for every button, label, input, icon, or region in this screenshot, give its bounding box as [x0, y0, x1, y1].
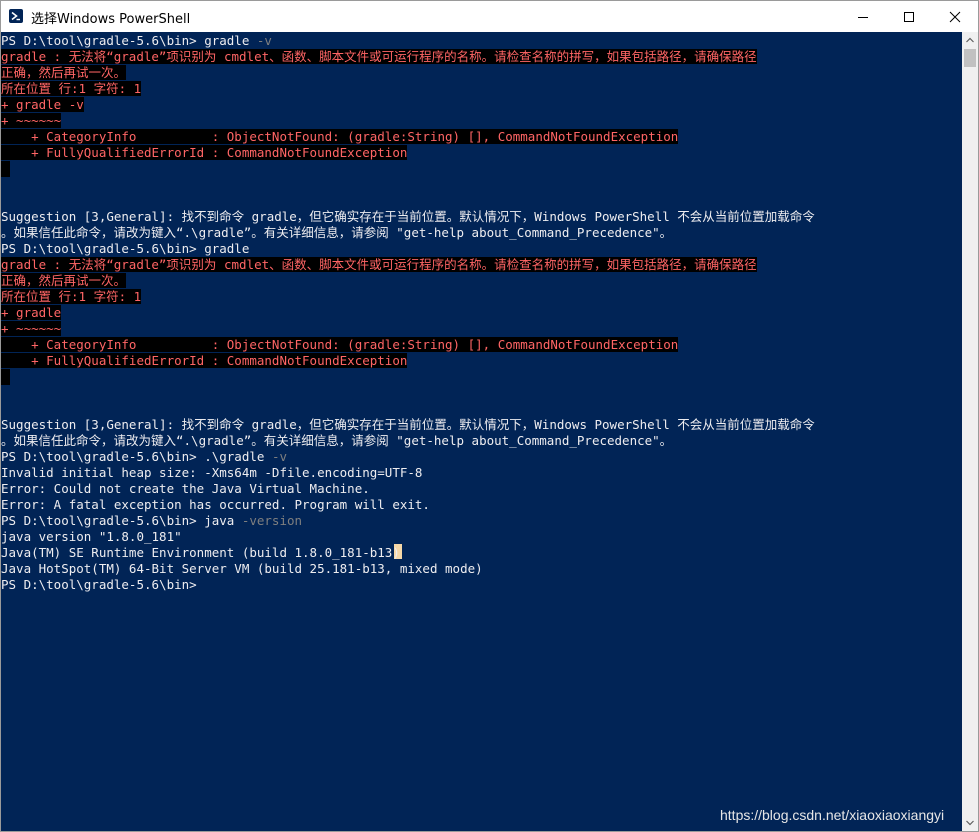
error-text: 正确，然后再试一次。: [1, 65, 127, 80]
error-text: + ~~~~~~: [1, 321, 62, 336]
output-text: Invalid initial heap size: -Xms64m -Dfil…: [1, 465, 423, 480]
console-line: Java HotSpot(TM) 64-Bit Server VM (build…: [1, 561, 483, 577]
output-text: Java HotSpot(TM) 64-Bit Server VM (build…: [1, 561, 483, 576]
maximize-button[interactable]: [886, 1, 932, 32]
error-text: gradle : 无法将“gradle”项识别为 cmdlet、函数、脚本文件或…: [1, 257, 757, 272]
minimize-icon: [858, 17, 868, 18]
output-text: Error: A fatal exception has occurred. P…: [1, 497, 430, 512]
scroll-down-button[interactable]: [962, 815, 978, 831]
console-line: + FullyQualifiedErrorId : CommandNotFoun…: [1, 145, 408, 161]
error-block-marker: [1, 369, 10, 385]
console-line: PS D:\tool\gradle-5.6\bin> gradle -v: [1, 33, 272, 49]
error-text: 所在位置 行:1 字符: 1: [1, 81, 142, 96]
console-line: PS D:\tool\gradle-5.6\bin> gradle: [1, 241, 249, 257]
scroll-thumb[interactable]: [964, 49, 976, 67]
output-text: 。如果信任此命令，请改为键入“.\gradle”。有关详细信息，请参阅 "get…: [1, 433, 673, 448]
console-line: Error: Could not create the Java Virtual…: [1, 481, 370, 497]
console-line: Suggestion [3,General]: 找不到命令 gradle，但它确…: [1, 417, 815, 433]
error-block-marker: [1, 161, 10, 177]
chevron-down-icon: [966, 820, 974, 826]
console-line: 。如果信任此命令，请改为键入“.\gradle”。有关详细信息，请参阅 "get…: [1, 225, 672, 241]
output-text: Suggestion [3,General]: 找不到命令 gradle，但它确…: [1, 417, 815, 432]
parameter-text: -version: [241, 513, 303, 528]
console-line: 所在位置 行:1 字符: 1: [1, 289, 142, 305]
console-line: 。如果信任此命令，请改为键入“.\gradle”。有关详细信息，请参阅 "get…: [1, 433, 672, 449]
output-text: Java(TM) SE Runtime Environment (build 1…: [1, 545, 400, 560]
console-line: PS D:\tool\gradle-5.6\bin> .\gradle -v: [1, 449, 287, 465]
output-text: PS D:\tool\gradle-5.6\bin> java: [1, 513, 242, 528]
error-text: + CategoryInfo : ObjectNotFound: (gradle…: [1, 129, 679, 144]
error-text: gradle : 无法将“gradle”项识别为 cmdlet、函数、脚本文件或…: [1, 49, 757, 64]
console-output[interactable]: PS D:\tool\gradle-5.6\bin> gradle -v grad…: [1, 32, 962, 831]
powershell-icon: [9, 9, 23, 23]
error-text: 正确，然后再试一次。: [1, 273, 127, 288]
parameter-text: -v: [256, 33, 272, 48]
console-line: + gradle: [1, 305, 62, 321]
console-line: gradle : 无法将“gradle”项识别为 cmdlet、函数、脚本文件或…: [1, 49, 757, 65]
console-line: Error: A fatal exception has occurred. P…: [1, 497, 430, 513]
output-text: Suggestion [3,General]: 找不到命令 gradle，但它确…: [1, 209, 815, 224]
window-title: 选择Windows PowerShell: [31, 12, 191, 27]
console-line: + gradle -v: [1, 97, 84, 113]
title-bar[interactable]: 选择Windows PowerShell: [1, 1, 978, 32]
console-line: + FullyQualifiedErrorId : CommandNotFoun…: [1, 353, 408, 369]
console-line: + ~~~~~~: [1, 113, 62, 129]
console-line: 正确，然后再试一次。: [1, 65, 127, 81]
output-text: Error: Could not create the Java Virtual…: [1, 481, 370, 496]
console-line: + CategoryInfo : ObjectNotFound: (gradle…: [1, 337, 679, 353]
error-text: 所在位置 行:1 字符: 1: [1, 289, 142, 304]
console-line: + ~~~~~~: [1, 321, 62, 337]
console-line: + CategoryInfo : ObjectNotFound: (gradle…: [1, 129, 679, 145]
output-text: PS D:\tool\gradle-5.6\bin> gradle: [1, 241, 250, 256]
maximize-icon: [904, 12, 914, 22]
chevron-up-icon: [966, 37, 974, 43]
watermark: https://blog.csdn.net/xiaoxiaoxiangyi: [720, 807, 945, 823]
console-line: PS D:\tool\gradle-5.6\bin>: [1, 577, 197, 593]
vertical-scrollbar[interactable]: [962, 32, 978, 831]
minimize-button[interactable]: [840, 1, 886, 32]
error-text: + gradle: [1, 305, 62, 320]
console-line: Suggestion [3,General]: 找不到命令 gradle，但它确…: [1, 209, 815, 225]
console-line: gradle : 无法将“gradle”项识别为 cmdlet、函数、脚本文件或…: [1, 257, 757, 273]
console-line: PS D:\tool\gradle-5.6\bin> java -version: [1, 513, 302, 529]
error-text: + FullyQualifiedErrorId : CommandNotFoun…: [1, 145, 408, 160]
error-text: + ~~~~~~: [1, 113, 62, 128]
console-line: Java(TM) SE Runtime Environment (build 1…: [1, 545, 400, 561]
output-text: PS D:\tool\gradle-5.6\bin>: [1, 577, 197, 592]
console-line: 正确，然后再试一次。: [1, 273, 127, 289]
powershell-window: 选择Windows PowerShell PS D:\tool\gradle-5…: [0, 0, 979, 832]
close-icon: [949, 11, 961, 23]
scroll-up-button[interactable]: [962, 32, 978, 48]
output-text: java version "1.8.0_181": [1, 529, 182, 544]
output-text: PS D:\tool\gradle-5.6\bin> .\gradle: [1, 449, 272, 464]
close-button[interactable]: [932, 1, 978, 32]
console-line: 所在位置 行:1 字符: 1: [1, 81, 142, 97]
error-text: + gradle -v: [1, 97, 84, 112]
error-text: + FullyQualifiedErrorId : CommandNotFoun…: [1, 353, 408, 368]
console-line: java version "1.8.0_181": [1, 529, 182, 545]
error-text: + CategoryInfo : ObjectNotFound: (gradle…: [1, 337, 679, 352]
output-text: PS D:\tool\gradle-5.6\bin> gradle: [1, 33, 257, 48]
parameter-text: -v: [271, 449, 287, 464]
output-text: 。如果信任此命令，请改为键入“.\gradle”。有关详细信息，请参阅 "get…: [1, 225, 673, 240]
console-line: Invalid initial heap size: -Xms64m -Dfil…: [1, 465, 422, 481]
